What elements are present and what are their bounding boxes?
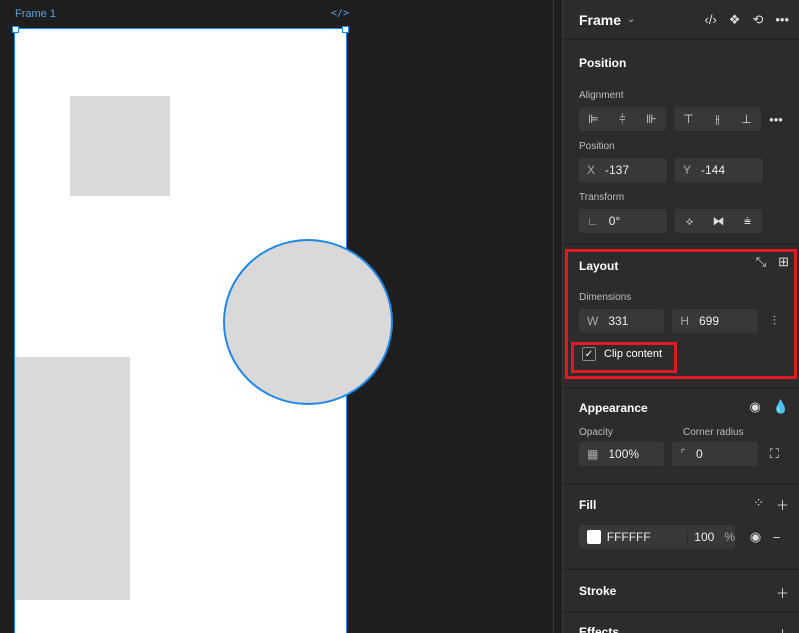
clip-content-highlight	[571, 342, 677, 373]
resize-handle-top-right[interactable]	[342, 26, 349, 33]
droplet-icon[interactable]: 💧	[773, 399, 789, 415]
panel-divider	[553, 0, 563, 633]
opacity-icon: ▦	[587, 447, 599, 461]
more-icon[interactable]: •••	[769, 112, 783, 127]
alignment-label: Alignment	[579, 90, 624, 101]
plus-icon[interactable]: ＋	[776, 583, 789, 602]
align-center-v-icon[interactable]: ⫲	[703, 107, 732, 131]
rotation-field[interactable]: ∟ 0°	[579, 209, 667, 233]
opacity-field[interactable]: ▦ 100%	[579, 442, 665, 466]
opacity-label: Opacity	[579, 427, 613, 438]
align-top-icon[interactable]: ⊤	[674, 107, 703, 131]
fill-section: Fill ⁘ ＋ FFFFFF 100 % ◉ −	[563, 485, 799, 570]
design-canvas[interactable]: Frame 1 </>	[0, 0, 553, 633]
angle-icon: ∟	[587, 214, 599, 228]
section-title: Position	[579, 56, 627, 70]
minus-icon[interactable]: −	[770, 530, 783, 545]
y-field[interactable]: Y -144	[675, 158, 763, 182]
eye-icon[interactable]: ◉	[749, 529, 762, 545]
align-right-icon[interactable]: ⊪	[637, 107, 666, 131]
flip-vertical-icon[interactable]: ⩧	[733, 209, 762, 233]
variants-icon[interactable]: ⟲	[752, 12, 763, 28]
styles-icon[interactable]: ⁘	[753, 495, 764, 514]
section-title: Stroke	[579, 584, 617, 598]
position-label: Position	[579, 141, 615, 152]
frame-label[interactable]: Frame 1	[15, 8, 56, 20]
effects-section: Effects ＋	[563, 612, 799, 633]
rotate-icon[interactable]: ⟡	[675, 209, 704, 233]
align-center-h-icon[interactable]: ⫩	[608, 107, 637, 131]
more-icon[interactable]: •••	[775, 12, 789, 28]
transform-label: Transform	[579, 192, 625, 203]
horizontal-align-group: ⊫ ⫩ ⊪	[579, 107, 666, 131]
align-left-icon[interactable]: ⊫	[579, 107, 608, 131]
transform-group: ⟡ ⧓ ⩧	[675, 209, 762, 233]
flip-horizontal-icon[interactable]: ⧓	[704, 209, 733, 233]
corner-radius-field[interactable]: ⌜ 0	[672, 442, 758, 466]
independent-corners-icon[interactable]: ⛶	[766, 446, 783, 462]
x-field[interactable]: X -137	[579, 158, 667, 182]
fill-color-field[interactable]: FFFFFF 100 %	[579, 525, 735, 549]
position-section: Position Alignment ⊫ ⫩ ⊪ ⊤ ⫲ ⊥ ••• Posit…	[563, 40, 799, 244]
appearance-section: Appearance ◉ 💧 Opacity Corner radius ▦ 1…	[563, 389, 799, 485]
stroke-section: Stroke ＋	[563, 570, 799, 612]
plus-icon[interactable]: ＋	[776, 495, 789, 514]
eye-icon[interactable]: ◉	[749, 399, 760, 415]
align-bottom-icon[interactable]: ⊥	[732, 107, 761, 131]
code-icon[interactable]: ‹/›	[705, 12, 717, 28]
code-icon[interactable]: </>	[331, 8, 349, 19]
panel-header: Frame ⌄ ‹/› ❖ ⟲ •••	[563, 0, 799, 40]
chevron-down-icon[interactable]: ⌄	[627, 14, 635, 25]
ellipse-shape[interactable]	[223, 239, 393, 405]
corner-icon: ⌜	[680, 447, 686, 461]
color-swatch[interactable]	[587, 530, 601, 544]
resize-handle-top-left[interactable]	[12, 26, 19, 33]
corner-radius-label: Corner radius	[683, 427, 744, 438]
component-icon[interactable]: ❖	[729, 12, 741, 28]
plus-icon[interactable]: ＋	[776, 624, 789, 633]
rectangle-shape-top[interactable]	[70, 96, 170, 196]
section-title: Effects	[579, 625, 620, 633]
panel-title[interactable]: Frame	[579, 12, 621, 28]
rectangle-shape-bottom[interactable]	[15, 357, 130, 600]
vertical-align-group: ⊤ ⫲ ⊥	[674, 107, 761, 131]
